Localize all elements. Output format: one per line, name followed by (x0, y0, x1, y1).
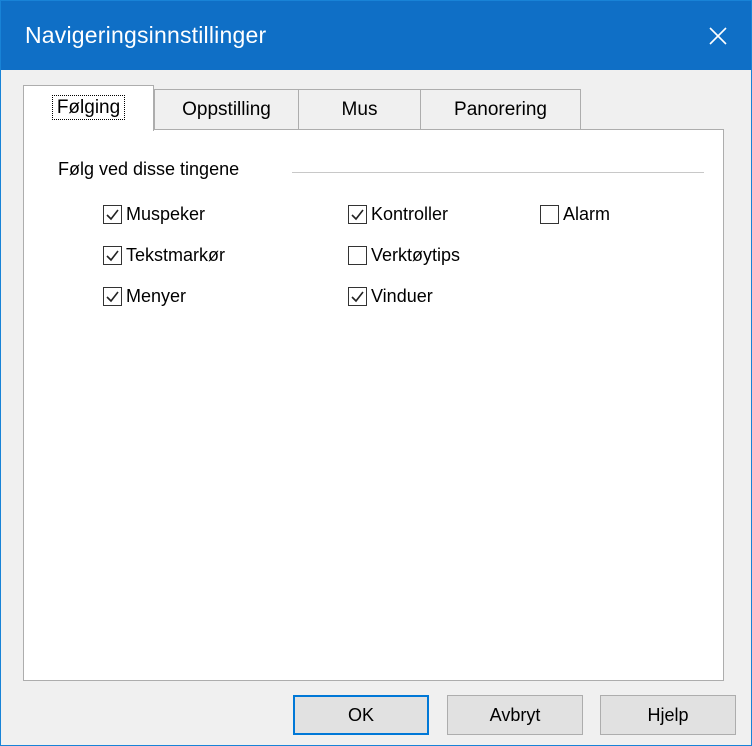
window-title: Navigeringsinnstillinger (25, 22, 267, 48)
checkbox-alarm[interactable]: Alarm (540, 204, 610, 225)
checkbox-menyer[interactable]: Menyer (103, 286, 186, 307)
tab-folging[interactable]: Følging (23, 85, 154, 131)
close-button[interactable] (685, 1, 751, 70)
checkmark-icon (106, 209, 119, 221)
title-bar[interactable]: Navigeringsinnstillinger (1, 1, 751, 70)
checkmark-icon (106, 250, 119, 262)
checkmark-icon (351, 291, 364, 303)
tab-label: Mus (341, 99, 378, 120)
tab-panorering[interactable]: Panorering (420, 89, 581, 129)
checkbox-verktoytips[interactable]: Verktøytips (348, 245, 460, 266)
ok-button[interactable]: OK (293, 695, 429, 735)
checkmark-icon (351, 209, 364, 221)
help-button[interactable]: Hjelp (600, 695, 736, 735)
checkbox-kontroller[interactable]: Kontroller (348, 204, 448, 225)
checkbox-label: Muspeker (126, 204, 206, 224)
close-icon (709, 26, 727, 45)
tab-label: Oppstilling (182, 99, 271, 120)
checkbox-tekstmarkor[interactable]: Tekstmarkør (103, 245, 225, 266)
checkbox-label: Alarm (563, 204, 611, 224)
tab-oppstilling[interactable]: Oppstilling (154, 89, 299, 129)
tab-label: Følging (51, 95, 126, 120)
tab-mus[interactable]: Mus (298, 89, 421, 129)
checkbox-muspeker[interactable]: Muspeker (103, 204, 205, 225)
checkbox-box[interactable] (103, 205, 122, 224)
checkbox-box[interactable] (103, 287, 122, 306)
group-divider (292, 172, 704, 173)
checkbox-label: Vinduer (371, 286, 433, 306)
checkbox-label: Verktøytips (371, 245, 461, 265)
group-label: Følg ved disse tingene (58, 159, 250, 180)
checkbox-box[interactable] (103, 246, 122, 265)
dialog-window: Navigeringsinnstillinger Følging Oppstil… (0, 0, 752, 746)
checkbox-label: Menyer (126, 286, 187, 306)
tab-panel: Følg ved disse tingene Muspeker Tekstmar… (23, 129, 724, 681)
checkbox-box[interactable] (348, 287, 367, 306)
checkbox-box[interactable] (348, 205, 367, 224)
checkbox-label: Kontroller (371, 204, 449, 224)
checkbox-label: Tekstmarkør (126, 245, 225, 265)
checkbox-vinduer[interactable]: Vinduer (348, 286, 433, 307)
checkmark-icon (106, 291, 119, 303)
checkbox-box[interactable] (540, 205, 559, 224)
checkbox-box[interactable] (348, 246, 367, 265)
cancel-button[interactable]: Avbryt (447, 695, 583, 735)
tab-label: Panorering (454, 99, 547, 120)
